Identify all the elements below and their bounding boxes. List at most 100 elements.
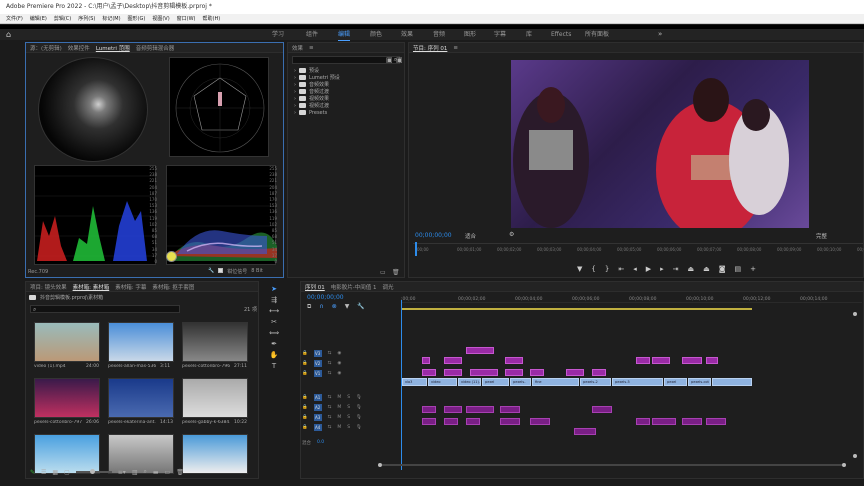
audio-clip[interactable] bbox=[706, 418, 726, 425]
play-icon[interactable]: ▶ bbox=[646, 265, 651, 273]
mark-in-icon[interactable]: { bbox=[591, 265, 595, 273]
audio-clip[interactable] bbox=[652, 418, 676, 425]
quality-select[interactable]: 完整 bbox=[816, 232, 827, 240]
mic-icon[interactable]: 🎙 bbox=[356, 395, 362, 400]
timeline-vertical-scrollbar[interactable] bbox=[853, 312, 857, 462]
project-panel-tab[interactable]: 素材箱: 抠手套图 bbox=[152, 283, 194, 291]
chevron-right-icon[interactable]: › bbox=[294, 110, 296, 116]
menu-item[interactable]: 标记(M) bbox=[102, 14, 120, 24]
delete-icon[interactable]: 🗑 bbox=[176, 469, 184, 476]
timeline-clip[interactable] bbox=[652, 357, 670, 364]
sort-icon[interactable]: ≡▾ bbox=[118, 469, 126, 476]
workspace-tab[interactable]: 编辑 bbox=[338, 29, 351, 41]
more-workspaces-icon[interactable]: » bbox=[658, 29, 662, 40]
ripple-edit-tool-icon[interactable]: ⟷ bbox=[269, 307, 279, 315]
project-search-input[interactable]: ⌕ bbox=[30, 305, 180, 313]
go-to-out-icon[interactable]: ⇥ bbox=[673, 265, 679, 273]
zoom-slider[interactable] bbox=[75, 469, 112, 474]
workspace-tab[interactable]: Effects bbox=[551, 29, 571, 40]
step-forward-icon[interactable]: ▸ bbox=[660, 265, 664, 273]
lock-icon[interactable]: 🔒 bbox=[302, 405, 308, 410]
audio-clip[interactable] bbox=[500, 418, 520, 425]
lock-icon[interactable]: 🔒 bbox=[302, 395, 308, 400]
new-bin-icon[interactable]: ▣ bbox=[386, 56, 393, 64]
track-target[interactable]: V1 bbox=[313, 370, 322, 377]
icon-view-icon[interactable]: ▦ bbox=[52, 469, 58, 476]
timeline-settings-icon[interactable]: 🔧 bbox=[357, 303, 364, 311]
project-panel-tab[interactable]: 素材箱: 素材箱 bbox=[73, 283, 110, 291]
v1-video-clip[interactable]: pexel bbox=[664, 378, 687, 386]
workspace-tab[interactable]: 库 bbox=[526, 29, 532, 40]
menu-item[interactable]: 编辑(E) bbox=[30, 14, 47, 24]
panel-menu-icon[interactable]: ≡ bbox=[309, 45, 314, 51]
clip-thumbnail[interactable] bbox=[34, 322, 100, 362]
new-item-icon[interactable]: ▭ bbox=[165, 469, 171, 476]
mic-icon[interactable]: 🎙 bbox=[356, 405, 362, 410]
menu-item[interactable]: 剪辑(C) bbox=[54, 14, 71, 24]
clip-thumbnail[interactable] bbox=[108, 378, 174, 418]
clip-thumbnail[interactable] bbox=[182, 322, 248, 362]
work-area-bar[interactable] bbox=[402, 308, 752, 310]
timeline-tab[interactable]: 电影胶片-中间值 1 bbox=[331, 283, 377, 291]
sync-lock-icon[interactable]: ⇆ bbox=[328, 351, 332, 356]
effects-folder-item[interactable]: › Lumetri 预设 bbox=[288, 74, 404, 82]
step-back-icon[interactable]: ◂ bbox=[633, 265, 637, 273]
chevron-right-icon[interactable]: › bbox=[294, 96, 296, 102]
mute-button[interactable]: M bbox=[337, 415, 341, 420]
selection-tool-icon[interactable]: ➤ bbox=[271, 285, 277, 293]
v1-video-clip[interactable]: pexel bbox=[482, 378, 509, 386]
panel-menu-icon[interactable]: ≡ bbox=[453, 45, 458, 51]
audio-clip[interactable] bbox=[574, 428, 596, 435]
freeform-view-icon[interactable]: ▢ bbox=[64, 469, 70, 476]
audio-clip[interactable] bbox=[466, 418, 480, 425]
audio-clip[interactable] bbox=[592, 406, 612, 413]
chevron-right-icon[interactable]: › bbox=[294, 89, 296, 95]
v1-video-clip[interactable]: pexels-cottonbro bbox=[510, 378, 531, 386]
workspace-tab[interactable]: 组件 bbox=[306, 29, 318, 40]
playhead-timecode[interactable]: 00;00;00;00 bbox=[415, 232, 452, 239]
v1-video-clip[interactable]: pexels-cot bbox=[688, 378, 711, 386]
timeline-clip[interactable] bbox=[422, 369, 436, 376]
sync-lock-icon[interactable]: ⇆ bbox=[328, 395, 332, 400]
solo-button[interactable]: S bbox=[347, 395, 350, 400]
source-panel-tab[interactable]: Lumetri 范围 bbox=[96, 44, 130, 52]
timeline-clip[interactable] bbox=[566, 369, 584, 376]
timeline-clip[interactable] bbox=[444, 357, 462, 364]
track-target[interactable]: A2 bbox=[313, 404, 322, 411]
solo-button[interactable]: S bbox=[347, 425, 350, 430]
timeline-clip[interactable] bbox=[422, 357, 430, 364]
timeline-tab[interactable]: 序列 01 bbox=[305, 283, 325, 291]
lock-icon[interactable]: 🔒 bbox=[302, 425, 308, 430]
v1-video-clip[interactable]: pexels-2 bbox=[580, 378, 611, 386]
source-panel-tab[interactable]: 音频剪辑混合器 bbox=[136, 44, 175, 52]
workspace-tab[interactable]: 音频 bbox=[433, 29, 445, 40]
mark-out-icon[interactable]: } bbox=[605, 265, 609, 273]
timeline-horizontal-scrollbar[interactable] bbox=[378, 463, 848, 467]
home-icon[interactable]: ⌂ bbox=[6, 30, 15, 39]
project-panel-tab[interactable]: 项目: 镜头效果 bbox=[30, 283, 67, 291]
v1-video-clip[interactable]: pexels-5 bbox=[612, 378, 663, 386]
mic-icon[interactable]: 🎙 bbox=[356, 425, 362, 430]
add-marker-icon[interactable]: ▼ bbox=[345, 303, 350, 311]
timeline-clip[interactable] bbox=[592, 369, 606, 376]
mute-button[interactable]: M bbox=[337, 405, 341, 410]
menu-item[interactable]: 图形(G) bbox=[128, 14, 146, 24]
effects-search-input[interactable]: ⌕ bbox=[292, 56, 400, 64]
v1-video-clip[interactable]: vlo3 bbox=[402, 378, 427, 386]
slip-tool-icon[interactable]: ⟺ bbox=[269, 329, 279, 337]
new-preset-icon[interactable]: ▣ bbox=[396, 56, 403, 64]
mute-button[interactable]: M bbox=[337, 425, 341, 430]
bit-depth-select[interactable]: 8 Bit bbox=[251, 268, 263, 275]
export-frame-icon[interactable]: ◙ bbox=[719, 265, 726, 273]
mix-value[interactable]: 0.0 bbox=[317, 440, 324, 445]
track-target[interactable]: A4 bbox=[313, 424, 322, 431]
lock-icon[interactable]: 🔒 bbox=[302, 361, 308, 366]
solo-button[interactable]: S bbox=[347, 405, 350, 410]
timeline-clip[interactable] bbox=[466, 347, 494, 354]
nest-icon[interactable]: ⧉ bbox=[307, 303, 311, 311]
menu-item[interactable]: 帮助(H) bbox=[203, 14, 221, 24]
workspace-tab[interactable]: 效果 bbox=[401, 29, 413, 40]
effects-folder-item[interactable]: › 预设 bbox=[288, 67, 404, 75]
clip-thumbnail[interactable] bbox=[34, 378, 100, 418]
audio-clip[interactable] bbox=[466, 406, 494, 413]
